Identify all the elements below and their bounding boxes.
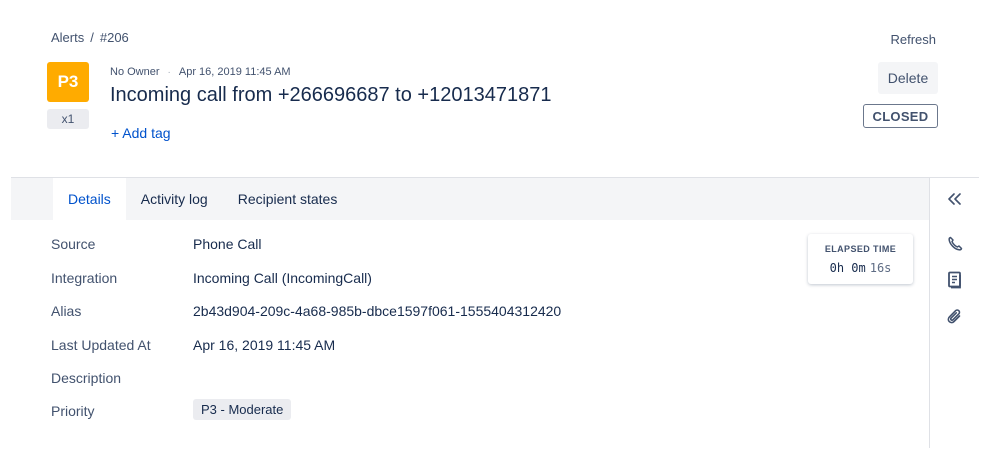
detail-label: Last Updated At bbox=[51, 337, 151, 353]
detail-label: Source bbox=[51, 236, 96, 252]
meta-separator: · bbox=[167, 66, 171, 78]
detail-label: Priority bbox=[51, 403, 95, 419]
elapsed-hours-minutes: 0h 0m bbox=[829, 260, 866, 275]
detail-value: 2b43d904-209c-4a68-985b-dbce1597f061-155… bbox=[193, 303, 562, 319]
detail-value: Incoming Call (IncomingCall) bbox=[193, 270, 372, 286]
collapse-icon[interactable] bbox=[930, 187, 980, 211]
tab-recipient-states[interactable]: Recipient states bbox=[223, 178, 353, 220]
add-tag-link[interactable]: + Add tag bbox=[111, 125, 171, 141]
elapsed-time-card: ELAPSED TIME 0h 0m 16s bbox=[808, 234, 913, 284]
delete-button[interactable]: Delete bbox=[878, 62, 938, 94]
priority-tag: P3 - Moderate bbox=[193, 399, 292, 420]
elapsed-seconds: 16s bbox=[869, 260, 892, 275]
phone-icon[interactable] bbox=[930, 232, 980, 256]
breadcrumb-current: #206 bbox=[99, 30, 129, 45]
tab-bar: Details Activity log Recipient states bbox=[11, 178, 929, 220]
detail-label: Description bbox=[51, 370, 122, 386]
created-date: Apr 16, 2019 11:45 AM bbox=[178, 66, 291, 78]
tab-activity-log[interactable]: Activity log bbox=[126, 178, 223, 220]
detail-value: Apr 16, 2019 11:45 AM bbox=[193, 337, 336, 353]
elapsed-time-label: ELAPSED TIME bbox=[824, 243, 897, 254]
detail-label: Integration bbox=[51, 270, 118, 286]
tab-details[interactable]: Details bbox=[53, 178, 126, 220]
notes-icon[interactable] bbox=[930, 268, 980, 292]
alert-title: Incoming call from +266696687 to +120134… bbox=[110, 84, 552, 106]
details-panel: Details Activity log Recipient states So… bbox=[11, 177, 979, 448]
breadcrumb-alerts-link[interactable]: Alerts bbox=[51, 30, 84, 45]
elapsed-time-value: 0h 0m 16s bbox=[830, 261, 892, 275]
count-badge: x1 bbox=[47, 109, 89, 129]
alert-meta: No Owner · Apr 16, 2019 11:45 AM bbox=[110, 66, 291, 78]
detail-value: P3 - Moderate bbox=[193, 399, 292, 420]
detail-label: Alias bbox=[51, 303, 82, 319]
status-badge: CLOSED bbox=[863, 104, 938, 128]
breadcrumb-separator: / bbox=[90, 30, 94, 45]
refresh-button[interactable]: Refresh bbox=[890, 32, 936, 47]
attachment-icon[interactable] bbox=[930, 305, 980, 329]
right-sidebar bbox=[929, 178, 979, 448]
breadcrumb: Alerts / #206 bbox=[51, 30, 129, 45]
priority-badge: P3 bbox=[47, 62, 89, 102]
detail-value: Phone Call bbox=[193, 236, 262, 252]
owner-label[interactable]: No Owner bbox=[110, 66, 160, 78]
